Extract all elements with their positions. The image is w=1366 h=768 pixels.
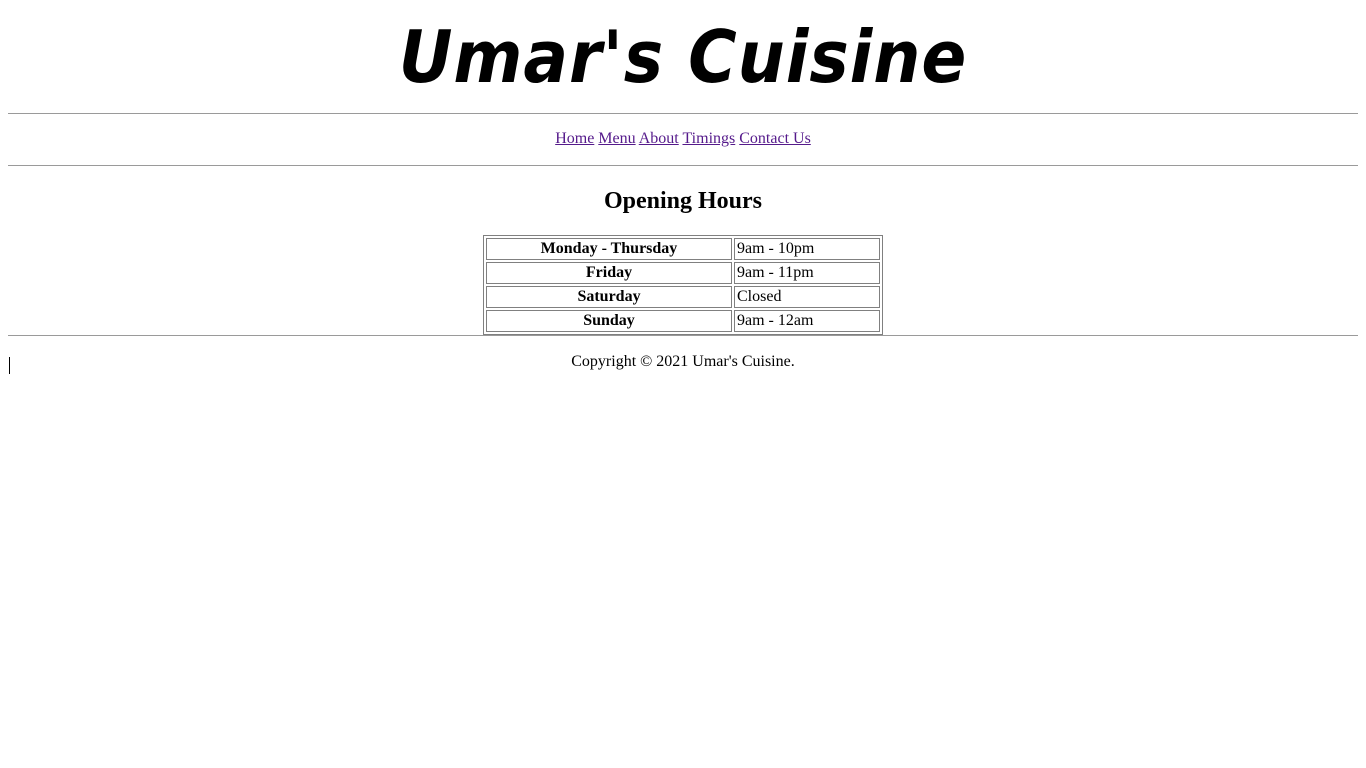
table-row: Sunday 9am - 12am (486, 310, 880, 332)
time-cell: Closed (734, 286, 880, 308)
table-row: Friday 9am - 11pm (486, 262, 880, 284)
nav-divider (8, 165, 1358, 166)
day-cell: Saturday (486, 286, 732, 308)
nav-link-menu[interactable]: Menu (598, 130, 635, 147)
footer-divider (8, 335, 1358, 336)
day-cell: Monday - Thursday (486, 238, 732, 260)
footer-copyright: Copyright © 2021 Umar's Cuisine. (571, 353, 795, 370)
main-nav: Home Menu About Timings Contact Us (8, 114, 1358, 165)
page: Umar's Cuisine Home Menu About Timings C… (8, 0, 1358, 371)
site-logo: Umar's Cuisine (398, 15, 968, 99)
page-title: Opening Hours (603, 188, 763, 214)
nav-link-home[interactable]: Home (555, 130, 594, 147)
table-row: Saturday Closed (486, 286, 880, 308)
time-cell: 9am - 10pm (734, 238, 880, 260)
nav-link-timings[interactable]: Timings (682, 130, 735, 147)
text-caret (9, 357, 10, 374)
day-cell: Friday (486, 262, 732, 284)
time-cell: 9am - 12am (734, 310, 880, 332)
nav-link-about[interactable]: About (639, 130, 679, 147)
table-row: Monday - Thursday 9am - 10pm (486, 238, 880, 260)
day-cell: Sunday (486, 310, 732, 332)
site-header: Umar's Cuisine (8, 0, 1358, 113)
time-cell: 9am - 11pm (734, 262, 880, 284)
nav-link-contact-us[interactable]: Contact Us (739, 130, 811, 147)
opening-hours-table: Monday - Thursday 9am - 10pm Friday 9am … (483, 235, 883, 335)
